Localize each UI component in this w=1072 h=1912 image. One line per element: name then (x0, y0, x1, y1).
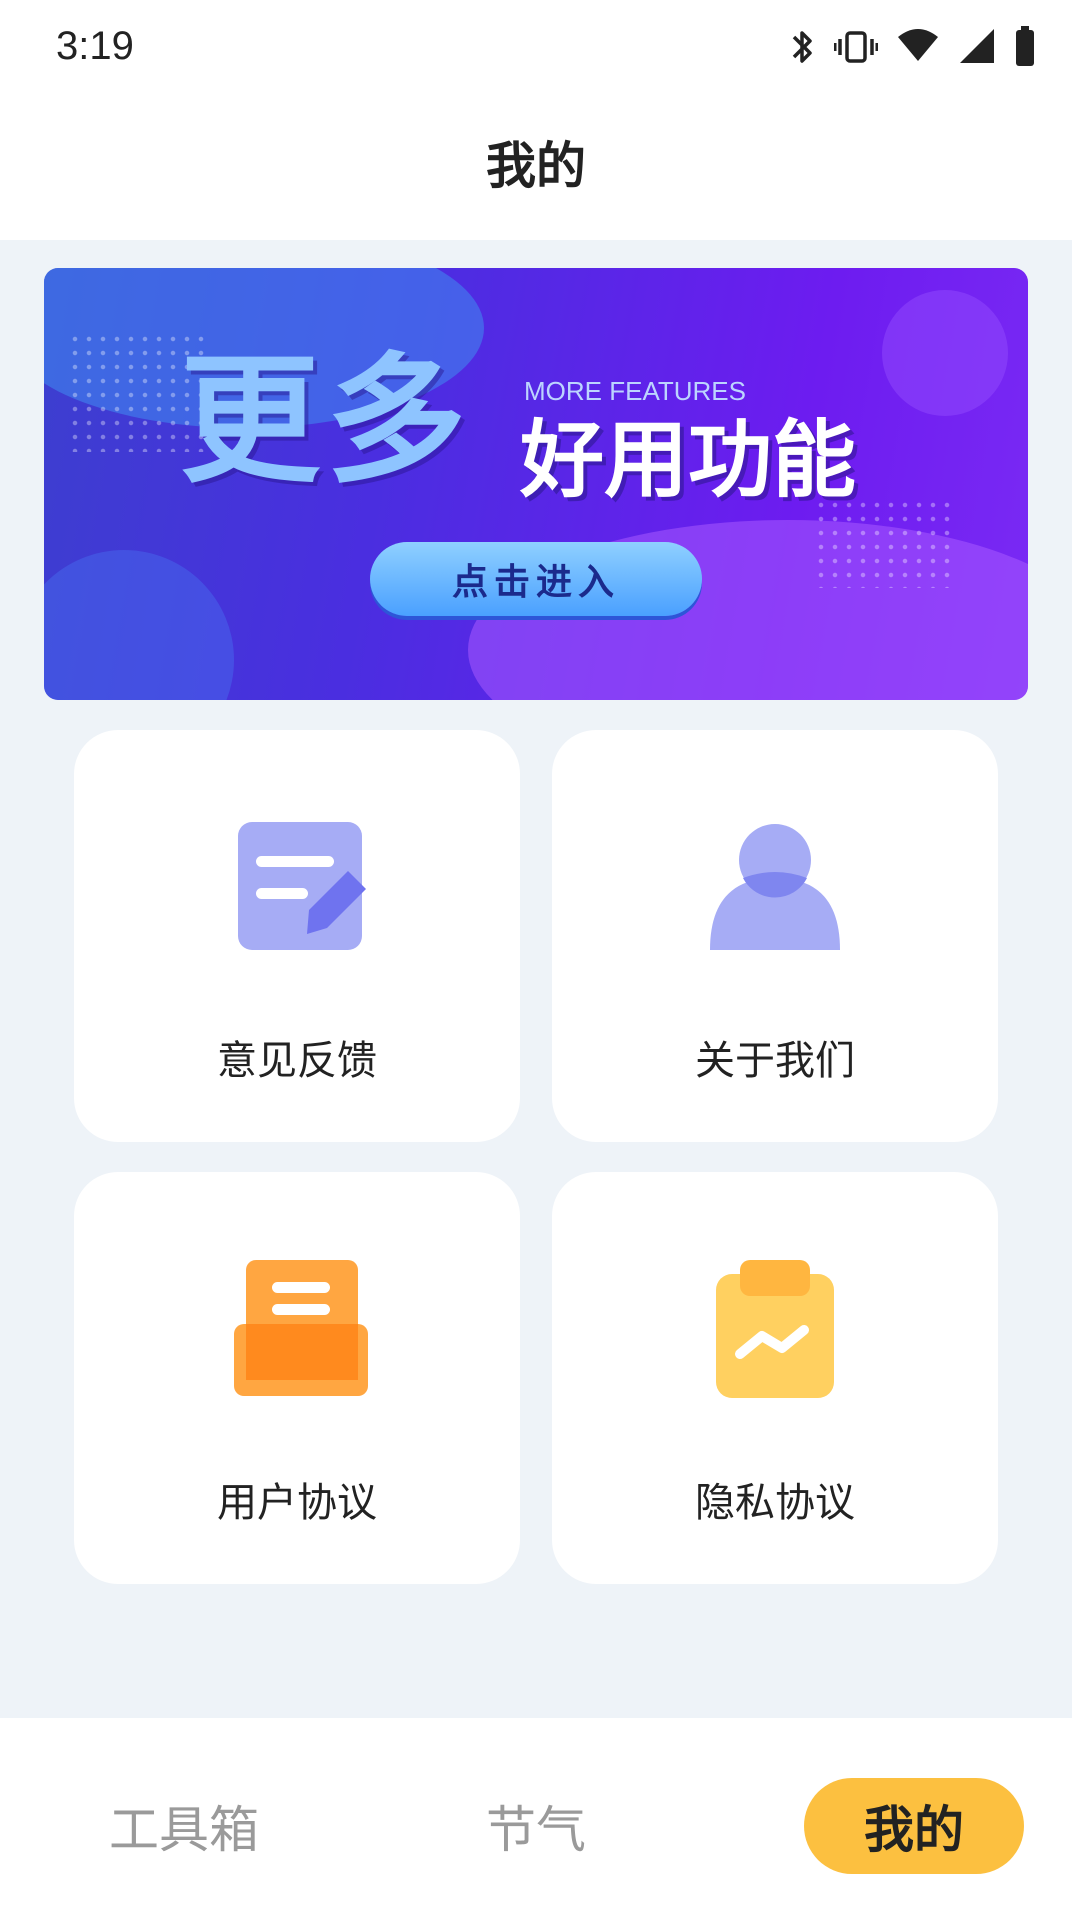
banner-headline: 更多 (180, 340, 473, 503)
card-privacy-policy[interactable]: 隐私协议 (552, 1172, 998, 1584)
card-label: 用户协议 (217, 1480, 377, 1526)
banner-circle-decoration (44, 550, 234, 700)
inbox-document-icon (74, 1260, 520, 1400)
app-bar: 我的 (0, 96, 1072, 240)
card-user-agreement[interactable]: 用户协议 (74, 1172, 520, 1584)
banner-enter-button[interactable]: 点击进入 (370, 542, 702, 616)
banner-subhead: 好用功能 (520, 411, 857, 509)
status-bar: 3:19 (0, 0, 1072, 96)
card-label: 意见反馈 (217, 1038, 377, 1084)
card-label: 隐私协议 (695, 1480, 855, 1526)
nav-item-solar-terms[interactable]: 节气 (436, 1778, 636, 1874)
card-label: 关于我们 (695, 1038, 855, 1084)
signal-icon (958, 27, 996, 67)
banner-english-text: MORE FEATURES (524, 376, 746, 406)
status-icons (788, 26, 1036, 68)
card-about-us[interactable]: 关于我们 (552, 730, 998, 1142)
wifi-icon (896, 27, 940, 67)
promo-banner[interactable]: 更多 MORE FEATURES 好用功能 点击进入 (44, 268, 1028, 700)
card-feedback[interactable]: 意见反馈 (74, 730, 520, 1142)
bluetooth-icon (788, 27, 816, 67)
status-time: 3:19 (56, 24, 134, 68)
nav-item-mine[interactable]: 我的 (804, 1778, 1024, 1874)
battery-icon (1014, 26, 1036, 68)
nav-item-toolbox[interactable]: 工具箱 (84, 1778, 284, 1874)
clipboard-chart-icon (552, 1260, 998, 1400)
bottom-navigation: 工具箱 节气 我的 (0, 1718, 1072, 1912)
vibrate-icon (834, 27, 878, 67)
screen: 3:19 我的 更多 MORE FEATURES 好用功能 点击进入 意见反馈 … (0, 0, 1072, 1912)
edit-note-icon (74, 818, 520, 958)
banner-circle-decoration (882, 290, 1008, 416)
banner-dots-decoration (814, 498, 954, 588)
page-title: 我的 (486, 137, 586, 195)
user-icon (552, 818, 998, 958)
